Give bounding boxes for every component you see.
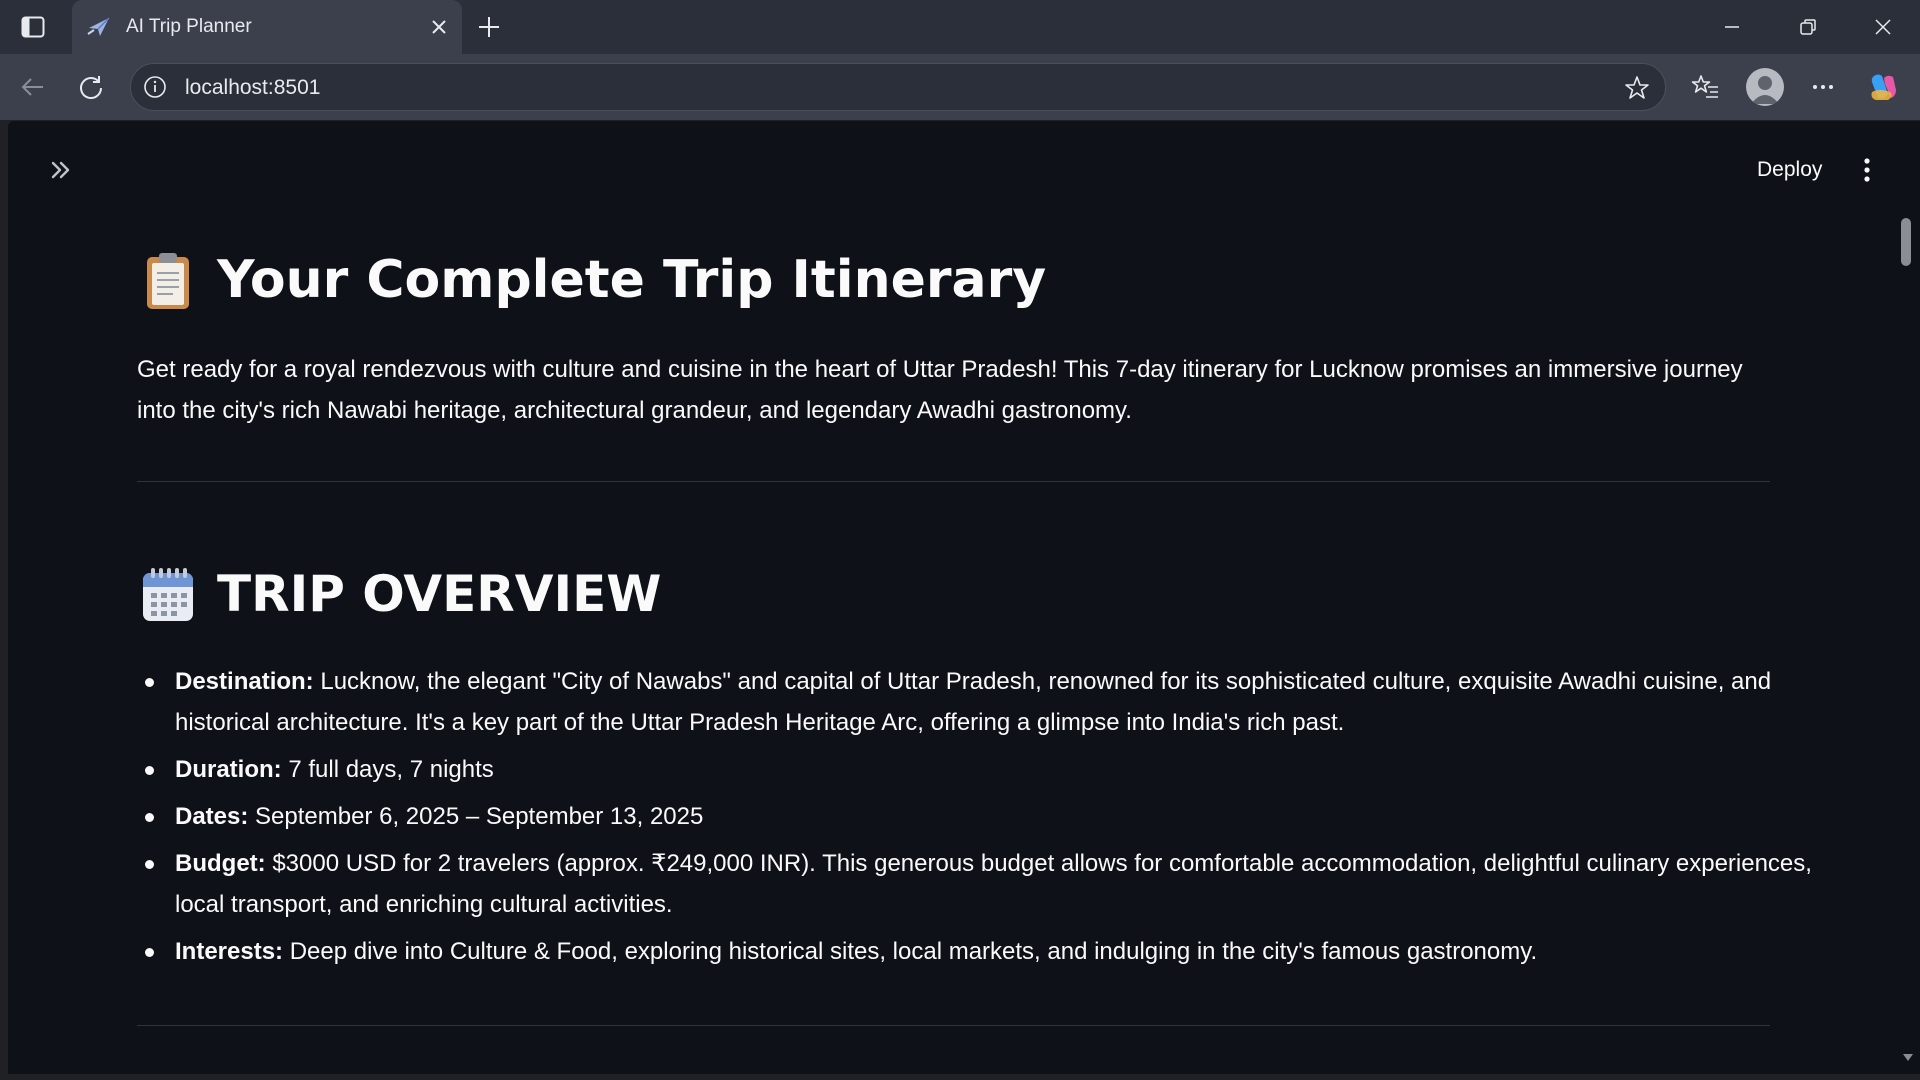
address-bar[interactable] [130, 63, 1666, 111]
reload-button[interactable] [74, 70, 108, 104]
copilot-button[interactable] [1866, 70, 1900, 104]
overview-heading-text: TRIP OVERVIEW [217, 565, 662, 623]
deploy-button[interactable]: Deploy [1743, 151, 1836, 189]
browser-toolbar [0, 54, 1920, 120]
list-item-text: Deep dive into Culture & Food, exploring… [283, 938, 1538, 965]
list-item: Interests: Deep dive into Culture & Food… [145, 931, 1815, 972]
intro-paragraph: Get ready for a royal rendezvous with cu… [137, 356, 1743, 424]
list-item-text: 7 full days, 7 nights [281, 756, 494, 783]
close-icon [1875, 19, 1891, 35]
list-item: Destination: Lucknow, the elegant "City … [145, 661, 1815, 743]
scroll-down-arrow-icon[interactable] [1903, 1054, 1913, 1061]
airplane-icon [87, 17, 110, 36]
minimize-button[interactable] [1710, 12, 1754, 42]
arrow-left-icon [21, 78, 43, 96]
list-item: Budget: $3000 USD for 2 travelers (appro… [145, 843, 1815, 925]
main-menu-button[interactable] [1850, 153, 1884, 187]
list-item-text: September 6, 2025 – September 13, 2025 [248, 803, 704, 830]
user-icon [1751, 76, 1779, 104]
star-icon[interactable] [1623, 74, 1651, 102]
list-item-label: Duration: [175, 756, 282, 783]
list-item-label: Destination: [175, 668, 314, 695]
section-divider [137, 1025, 1770, 1026]
tab-actions-menu-button[interactable] [14, 12, 52, 42]
list-item-text: $3000 USD for 2 travelers (approx. ₹249,… [175, 850, 1812, 918]
url-input[interactable] [185, 76, 1485, 100]
overview-list: Destination: Lucknow, the elegant "City … [137, 661, 1815, 978]
tab-title: AI Trip Planner [126, 16, 252, 37]
list-item-label: Dates: [175, 803, 249, 830]
page-title-text: Your Complete Trip Itinerary [217, 250, 1047, 310]
reload-icon [80, 76, 102, 99]
minimize-icon [1725, 26, 1739, 28]
expand-sidebar-icon[interactable] [44, 153, 78, 187]
new-tab-plus-icon[interactable] [474, 12, 504, 42]
scrollbar-thumb[interactable] [1901, 218, 1911, 266]
favorites-button[interactable] [1688, 70, 1722, 104]
restore-button[interactable] [1786, 12, 1830, 42]
list-item-label: Interests: [175, 938, 284, 965]
browser-tab-strip: AI Trip Planner [0, 0, 1920, 54]
browser-tab-active[interactable]: AI Trip Planner [72, 0, 462, 54]
section-divider [137, 481, 1770, 482]
close-tab-icon[interactable] [426, 14, 452, 40]
site-info-icon[interactable] [143, 75, 167, 99]
list-item-text: Lucknow, the elegant "City of Nawabs" an… [175, 668, 1772, 736]
overview-heading: TRIP OVERVIEW [137, 563, 661, 625]
back-button[interactable] [16, 70, 50, 104]
list-item: Duration: 7 full days, 7 nights [145, 749, 1815, 790]
tab-actions-icon [21, 16, 45, 38]
profile-avatar[interactable] [1746, 68, 1784, 106]
calendar-icon [143, 568, 193, 621]
clipboard-icon [147, 253, 189, 309]
favorites-icon [1691, 75, 1718, 98]
restore-icon [1800, 19, 1816, 35]
more-vertical-icon [1864, 158, 1870, 182]
copilot-icon [1871, 74, 1896, 100]
page-viewport: Deploy Your Complete Trip Itinerary Get … [8, 121, 1920, 1074]
settings-more-button[interactable] [1806, 70, 1840, 104]
list-item-label: Budget: [175, 850, 266, 877]
vertical-scrollbar[interactable] [1900, 211, 1914, 1066]
close-window-button[interactable] [1861, 12, 1905, 42]
more-horizontal-icon [1813, 85, 1833, 89]
list-item: Dates: September 6, 2025 – September 13,… [145, 796, 1815, 837]
page-title: Your Complete Trip Itinerary [137, 249, 1046, 311]
